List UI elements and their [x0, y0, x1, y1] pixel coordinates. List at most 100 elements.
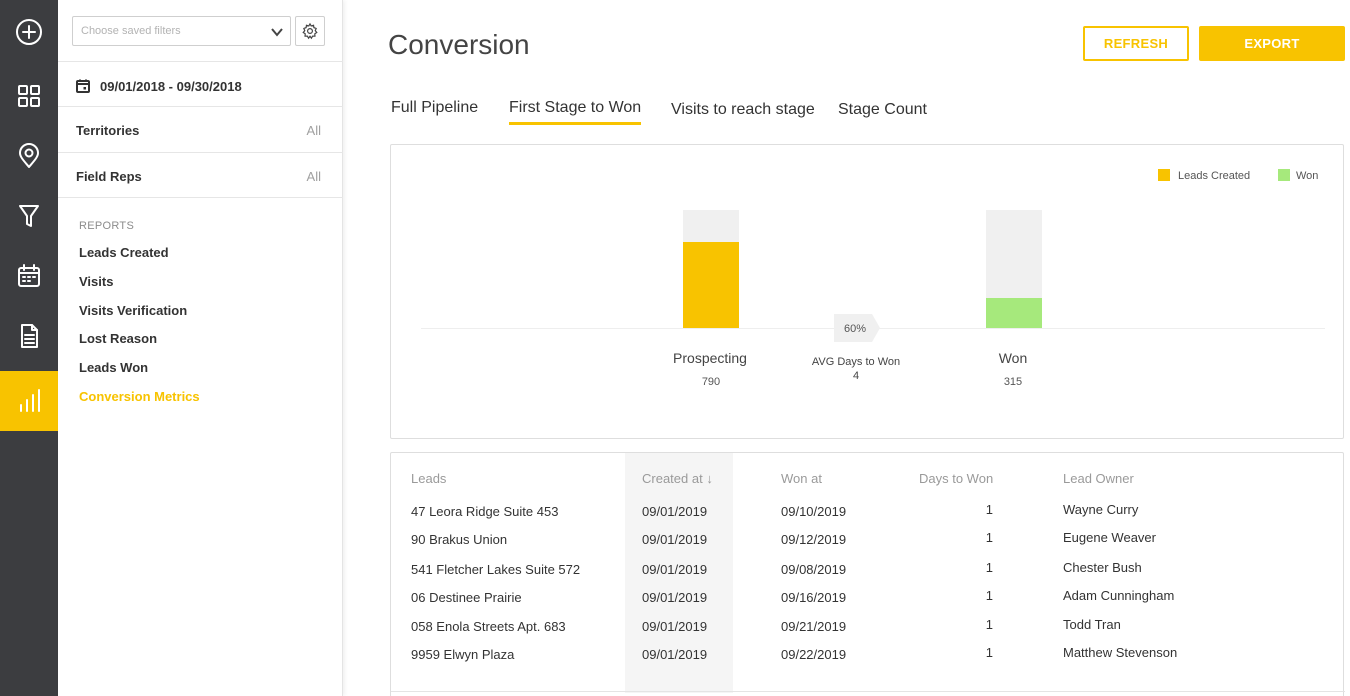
report-visits[interactable]: Visits	[79, 274, 113, 289]
table-cell-lead[interactable]: 90 Brakus Union	[411, 532, 507, 547]
table-cell-days-to-won: 1	[985, 560, 993, 575]
dashboard-nav[interactable]	[0, 66, 58, 126]
stage-count-won: 315	[1004, 376, 1022, 388]
legend-swatch-leads-created	[1158, 169, 1170, 181]
table-cell-lead-owner: Chester Bush	[1063, 560, 1142, 575]
table-cell-lead-owner: Wayne Curry	[1063, 502, 1139, 517]
table-footer-divider	[391, 691, 1345, 692]
field-reps-filter[interactable]: Field Reps All	[76, 169, 321, 187]
column-header-won-at[interactable]: Won at	[781, 471, 822, 486]
table-cell-created-at: 09/01/2019	[642, 532, 708, 547]
date-range-text: 09/01/2018 - 09/30/2018	[100, 78, 242, 94]
map-pin-icon	[19, 143, 39, 168]
funnel-nav[interactable]	[0, 186, 58, 246]
table-cell-days-to-won: 1	[985, 617, 993, 632]
documents-nav[interactable]	[0, 306, 58, 366]
report-leads-won[interactable]: Leads Won	[79, 360, 148, 375]
calendar-nav[interactable]	[0, 246, 58, 306]
icon-rail	[0, 0, 58, 696]
conversion-chart: Leads Created Won 60% Prospecting 790 AV…	[390, 144, 1344, 439]
legend-label-leads-created: Leads Created	[1178, 170, 1250, 182]
report-lost-reason[interactable]: Lost Reason	[79, 331, 157, 346]
refresh-button[interactable]: REFRESH	[1083, 26, 1189, 61]
table-cell-won-at: 09/08/2019	[781, 562, 847, 577]
saved-filters-placeholder: Choose saved filters	[81, 25, 181, 37]
table-cell-won-at: 09/21/2019	[781, 619, 847, 634]
tab-full-pipeline[interactable]: Full Pipeline	[391, 99, 478, 125]
saved-filter-row: Choose saved filters	[72, 16, 327, 46]
reports-nav[interactable]	[0, 371, 58, 431]
table-cell-won-at: 09/16/2019	[781, 590, 847, 605]
field-reps-value: All	[306, 169, 321, 184]
territories-filter[interactable]: Territories All	[76, 123, 321, 141]
saved-filters-select[interactable]: Choose saved filters	[72, 16, 291, 46]
tab-visits-to-reach-stage[interactable]: Visits to reach stage	[671, 101, 815, 127]
table-cell-lead[interactable]: 541 Fletcher Lakes Suite 572	[411, 562, 580, 577]
table-cell-days-to-won: 1	[985, 502, 993, 517]
table-cell-created-at: 09/01/2019	[642, 647, 708, 662]
stage-label-prospecting: Prospecting	[673, 350, 747, 366]
filter-sidebar: Choose saved filters 09/01/2018 - 09/30/…	[58, 0, 343, 696]
column-header-leads[interactable]: Leads	[411, 471, 446, 486]
reports-section-title: REPORTS	[79, 220, 135, 232]
stage-label-won: Won	[999, 350, 1028, 366]
table-cell-days-to-won: 1	[985, 645, 993, 660]
table-cell-days-to-won: 1	[985, 530, 993, 545]
dashboard-grid-icon	[18, 85, 40, 107]
table-cell-lead-owner: Adam Cunningham	[1063, 588, 1175, 603]
table-cell-lead[interactable]: 06 Destinee Prairie	[411, 590, 522, 605]
bar-won	[986, 298, 1042, 328]
date-range-picker[interactable]: 09/01/2018 - 09/30/2018	[76, 77, 242, 95]
table-cell-lead-owner: Matthew Stevenson	[1063, 645, 1178, 660]
tab-first-stage-to-won[interactable]: First Stage to Won	[509, 99, 642, 125]
column-header-days-to-won[interactable]: Days to Won	[919, 471, 993, 486]
territories-value: All	[306, 123, 321, 138]
bar-prospecting	[683, 242, 739, 328]
report-leads-created[interactable]: Leads Created	[79, 245, 169, 260]
table-cell-created-at: 09/01/2019	[642, 619, 708, 634]
gear-icon	[302, 22, 318, 40]
page-title: Conversion	[388, 29, 530, 60]
conversion-rate-value: 60%	[844, 323, 866, 335]
table-cell-lead[interactable]: 47 Leora Ridge Suite 453	[411, 504, 558, 519]
document-icon	[21, 324, 38, 348]
column-header-lead-owner[interactable]: Lead Owner	[1063, 471, 1134, 486]
funnel-icon	[19, 205, 39, 227]
avg-days-label: AVG Days to Won	[812, 356, 900, 368]
column-header-created-at[interactable]: Created at ↓	[642, 471, 713, 486]
table-cell-won-at: 09/10/2019	[781, 504, 847, 519]
avg-days-value: 4	[853, 370, 859, 382]
conversion-chart-svg: Leads Created Won 60% Prospecting 790 AV…	[421, 169, 1325, 388]
divider	[58, 106, 343, 107]
export-button[interactable]: EXPORT	[1199, 26, 1345, 61]
legend-label-won: Won	[1296, 170, 1318, 182]
table-cell-created-at: 09/01/2019	[642, 504, 708, 519]
divider	[58, 152, 343, 153]
divider	[58, 197, 343, 198]
table-cell-lead-owner: Todd Tran	[1063, 617, 1121, 632]
table-cell-lead-owner: Eugene Weaver	[1063, 530, 1156, 545]
table-cell-lead[interactable]: 058 Enola Streets Apt. 683	[411, 619, 566, 634]
divider	[58, 61, 343, 62]
table-cell-created-at: 09/01/2019	[642, 562, 708, 577]
map-nav[interactable]	[0, 126, 58, 186]
bar-chart-icon	[20, 389, 40, 412]
report-conversion-metrics[interactable]: Conversion Metrics	[79, 389, 200, 404]
tab-stage-count[interactable]: Stage Count	[838, 101, 927, 127]
report-visits-verification[interactable]: Visits Verification	[79, 303, 187, 318]
field-reps-label: Field Reps	[76, 169, 142, 184]
stage-count-prospecting: 790	[702, 376, 720, 388]
table-cell-won-at: 09/22/2019	[781, 647, 847, 662]
table-cell-lead[interactable]: 9959 Elwyn Plaza	[411, 647, 514, 662]
add-button[interactable]	[0, 2, 58, 62]
table-cell-won-at: 09/12/2019	[781, 532, 847, 547]
legend-swatch-won	[1278, 169, 1290, 181]
plus-circle-icon	[16, 19, 42, 45]
calendar-icon	[18, 264, 40, 287]
calendar-icon	[76, 79, 90, 93]
filter-settings-button[interactable]	[295, 16, 325, 46]
territories-label: Territories	[76, 123, 140, 138]
leads-table: Leads Created at ↓ Won at Days to Won Le…	[390, 452, 1345, 696]
table-cell-days-to-won: 1	[985, 588, 993, 603]
chevron-down-icon	[270, 25, 284, 39]
